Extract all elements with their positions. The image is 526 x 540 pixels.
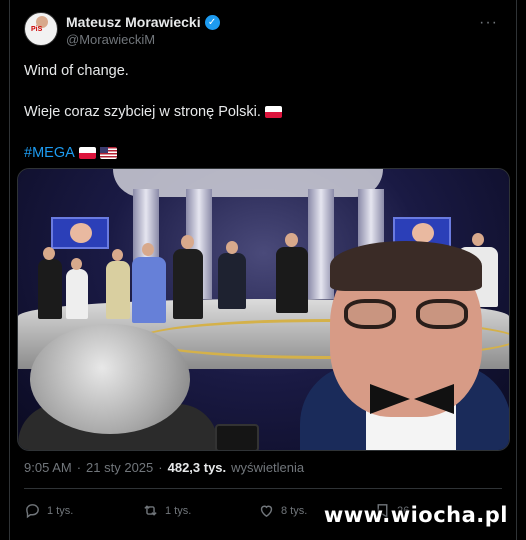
hashtag-row: #MEGA (24, 145, 117, 161)
avatar[interactable]: PiS (24, 12, 58, 46)
photo-glasses (344, 299, 396, 329)
watermark: www.wiocha.pl (323, 503, 508, 527)
photo-phone (215, 424, 259, 450)
author-name[interactable]: Mateusz Morawiecki (66, 14, 201, 30)
divider (24, 488, 502, 489)
photo-person (66, 269, 88, 319)
like-count: 8 tys. (281, 504, 308, 517)
photo-person (173, 249, 203, 319)
photo-person (276, 247, 308, 313)
photo-screen-left (51, 217, 109, 249)
photo-selfie-hair (330, 241, 482, 291)
tweet-text-line-2-content: Wieje coraz szybciej w stronę Polski. (24, 104, 261, 120)
photo-foreground-head (30, 324, 190, 434)
tweet-card: PiS Mateusz Morawiecki ✓ @MorawieckiM ··… (9, 0, 517, 540)
author-name-row: Mateusz Morawiecki ✓ (66, 14, 220, 30)
tweet-date[interactable]: 21 sty 2025 (86, 460, 153, 475)
meta-separator: · (76, 460, 82, 475)
like-button[interactable]: 8 tys. (258, 502, 307, 519)
photo-bowtie (370, 384, 454, 414)
usa-flag-icon (99, 147, 117, 159)
heart-icon (260, 505, 273, 518)
poland-flag-icon (264, 106, 282, 119)
hashtag-link[interactable]: #MEGA (24, 145, 75, 161)
photo-person (106, 261, 130, 319)
retweet-icon (144, 505, 157, 516)
meta-separator: · (158, 460, 163, 475)
photo-person (38, 259, 62, 319)
tweet-text-line-1: Wind of change. (24, 63, 129, 79)
tweet-time[interactable]: 9:05 AM (24, 460, 72, 475)
tweet-photo[interactable] (17, 168, 510, 451)
retweet-button[interactable]: 1 tys. (142, 502, 191, 519)
photo-person (132, 257, 166, 323)
photo-glasses (416, 299, 468, 329)
tweet-header: PiS Mateusz Morawiecki ✓ @MorawieckiM ··… (24, 12, 504, 52)
views-count: 482,3 tys. (167, 460, 227, 475)
reply-button[interactable]: 1 tys. (24, 502, 73, 519)
tweet-text-line-2: Wieje coraz szybciej w stronę Polski. (24, 104, 282, 120)
poland-flag-icon (78, 147, 96, 159)
photo-person (218, 253, 246, 309)
more-options-icon[interactable]: ··· (479, 14, 498, 32)
reply-icon (26, 504, 39, 519)
verified-badge-icon: ✓ (204, 14, 220, 30)
views-label: wyświetlenia (231, 460, 305, 475)
author-handle[interactable]: @MorawieckiM (66, 32, 155, 47)
reply-count: 1 tys. (47, 504, 74, 517)
tweet-meta: 9:05 AM · 21 sty 2025 · 482,3 tys. wyświ… (24, 460, 304, 475)
retweet-count: 1 tys. (165, 504, 192, 517)
avatar-logo: PiS (31, 26, 43, 33)
